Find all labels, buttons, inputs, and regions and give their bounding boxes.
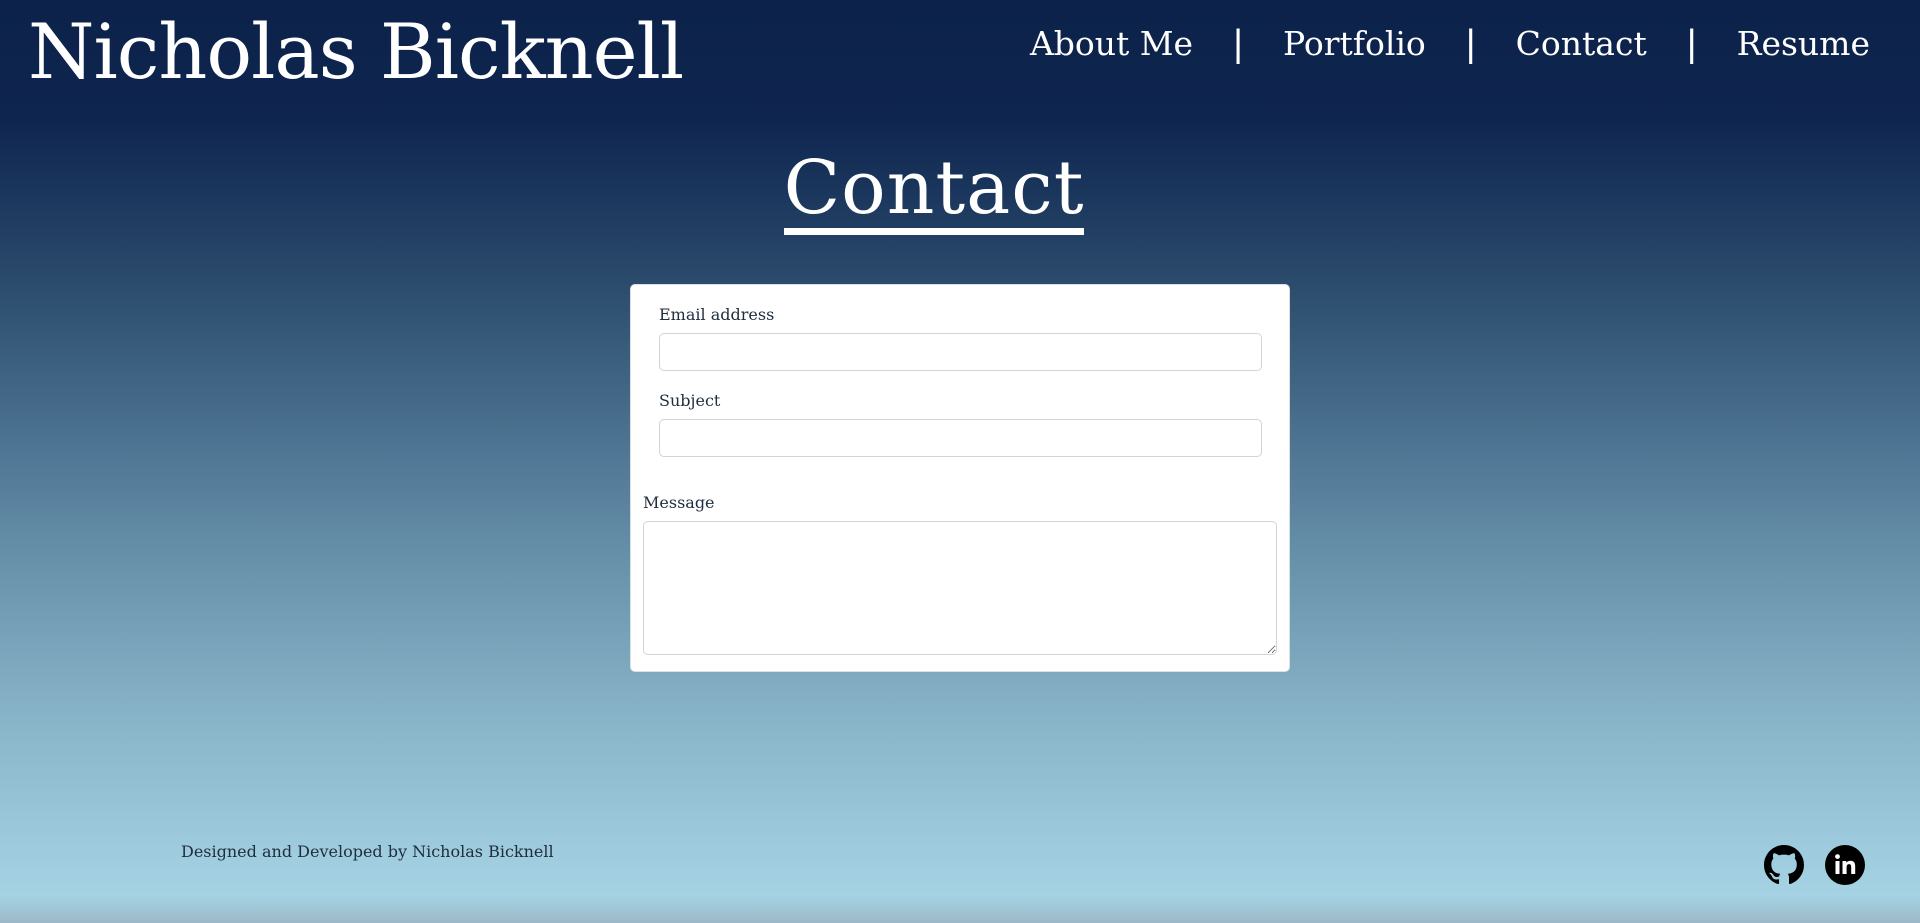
nav-separator: |: [1686, 22, 1697, 65]
nav-portfolio-link[interactable]: Portfolio: [1283, 24, 1426, 63]
message-label: Message: [643, 493, 715, 512]
linkedin-link[interactable]: [1825, 845, 1865, 885]
subject-label: Subject: [659, 391, 721, 410]
linkedin-icon: [1825, 845, 1865, 885]
page-title: Contact: [783, 149, 1085, 235]
github-icon: [1764, 845, 1804, 885]
site-title[interactable]: Nicholas Bicknell: [28, 10, 684, 94]
nav-resume-link[interactable]: Resume: [1737, 24, 1870, 63]
nav-contact-link[interactable]: Contact: [1516, 24, 1647, 63]
nav-separator: |: [1233, 22, 1243, 65]
nav-about-link[interactable]: About Me: [1030, 24, 1193, 63]
email-field[interactable]: [659, 333, 1262, 371]
github-link[interactable]: [1764, 845, 1804, 885]
subject-field[interactable]: [659, 419, 1262, 457]
nav-separator: |: [1465, 22, 1476, 65]
message-textarea[interactable]: [643, 521, 1277, 655]
page-heading-wrap: Contact: [0, 149, 1868, 235]
email-label: Email address: [659, 305, 775, 324]
main-nav: About Me | Portfolio | Contact | Resume: [1030, 24, 1870, 63]
footer-credit: Designed and Developed by Nicholas Bickn…: [181, 842, 554, 861]
contact-form: Email address Subject Message: [630, 284, 1290, 672]
